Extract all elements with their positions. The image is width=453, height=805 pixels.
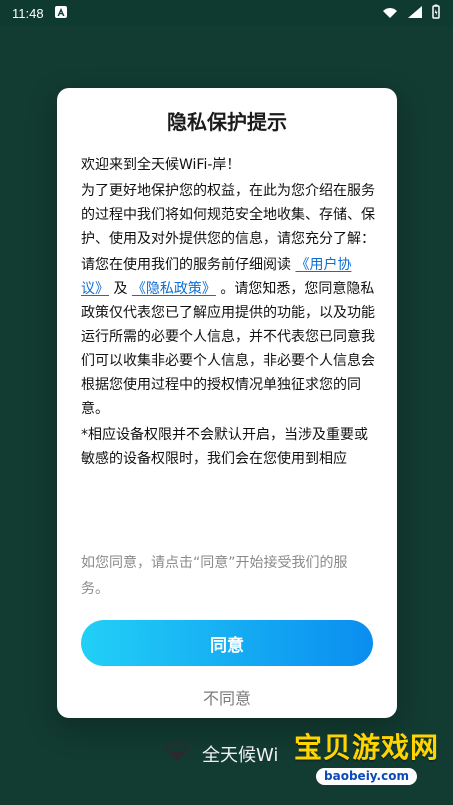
privacy-policy-link[interactable]: 《隐私政策》 — [132, 281, 216, 297]
agree-button[interactable]: 同意 — [81, 620, 373, 666]
signal-icon — [407, 5, 423, 22]
permissions-paragraph: *相应设备权限并不会默认开启，当涉及重要或敏感的设备权限时，我们会在您使用到相应 — [81, 427, 368, 467]
dialog-title: 隐私保护提示 — [167, 110, 287, 134]
background-brand: 全天候Wi — [162, 740, 278, 767]
watermark: 宝贝游戏网 baobeiy.com — [294, 733, 439, 785]
watermark-url: baobeiy.com — [316, 768, 417, 785]
policy-and: 及 — [113, 281, 128, 297]
status-time: 11:48 — [12, 5, 44, 21]
consent-hint: 如您同意，请点击“同意”开始接受我们的服务。 — [81, 555, 348, 597]
status-right — [381, 4, 441, 23]
status-bar: 11:48 — [0, 0, 453, 26]
intro-paragraph: 为了更好地保护您的权益，在此为您介绍在服务的过程中我们将如何规范安全地收集、存储… — [81, 183, 375, 247]
brand-text: 全天候Wi — [202, 744, 279, 766]
disagree-button[interactable]: 不同意 — [81, 682, 373, 712]
policy-suffix: 。请您知悉，您同意隐私政策仅代表您已了解应用提供的功能，以及功能运行所需的必要个… — [81, 281, 375, 417]
watermark-title: 宝贝游戏网 — [293, 731, 439, 765]
notification-a-icon — [54, 5, 68, 22]
privacy-dialog: 隐私保护提示 欢迎来到全天候WiFi-岸！ 为了更好地保护您的权益，在此为您介绍… — [57, 88, 397, 718]
policy-prefix: 请您在使用我们的服务前仔细阅读 — [81, 257, 291, 273]
wifi-logo-icon — [162, 740, 192, 767]
wifi-icon — [381, 5, 399, 22]
policy-paragraph: 请您在使用我们的服务前仔细阅读 《用户协议》 及 《隐私政策》 。请您知悉，您同… — [81, 253, 375, 421]
battery-icon — [431, 4, 441, 23]
status-left: 11:48 — [12, 5, 68, 22]
welcome-paragraph: 欢迎来到全天候WiFi-岸！ — [81, 157, 241, 173]
